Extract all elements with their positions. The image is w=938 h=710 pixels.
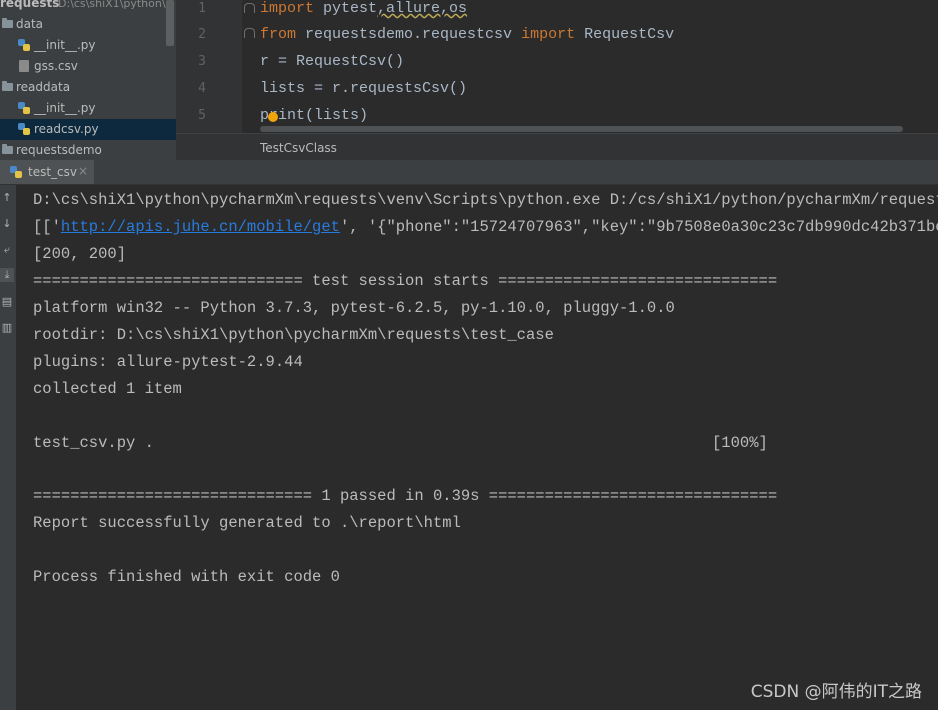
python-file-icon — [10, 166, 22, 178]
folder-icon — [2, 18, 13, 28]
tree-item-readcsv[interactable]: readcsv.py — [0, 119, 176, 140]
tree-root-label: requests — [0, 0, 60, 10]
console-line-plugins: plugins: allure-pytest-2.9.44 — [33, 353, 303, 371]
editor-horizontal-scrollbar[interactable] — [260, 126, 903, 132]
line-number: 1 — [198, 1, 206, 16]
tree-item-label: data — [16, 17, 44, 31]
console-line-collected: collected 1 item — [33, 380, 182, 398]
console-line-summary: ============================== 1 passed … — [33, 487, 778, 505]
line-number: 2 — [198, 27, 206, 42]
soft-wrap-icon[interactable]: ⤶ — [0, 243, 14, 257]
fold-marker-icon[interactable] — [244, 28, 255, 38]
tree-item-readdata-init[interactable]: __init__.py — [0, 98, 176, 119]
run-tab-bar: test_csv × — [0, 160, 938, 185]
editor-gutter: 1 2 3 4 5 — [176, 0, 242, 133]
code-line-4[interactable]: lists = r.requestsCsv() — [260, 79, 467, 99]
run-toolbar: ↑ ↓ ⤶ ⤓ ▤ ▥ — [0, 185, 16, 710]
tree-item-readdata[interactable]: readdata — [0, 77, 176, 98]
tab-test-csv[interactable]: test_csv × — [0, 160, 94, 184]
scroll-to-end-icon[interactable]: ⤓ — [0, 268, 14, 282]
keyword: import — [260, 0, 315, 17]
tree-item-label: __init__.py — [34, 38, 96, 52]
run-console[interactable]: D:\cs\shiX1\python\pycharmXm\requests\ve… — [16, 185, 938, 710]
line-number: 4 — [198, 81, 206, 96]
keyword: from — [260, 26, 297, 43]
tree-item-label: readdata — [16, 80, 71, 94]
code-line-1[interactable]: import pytest,allure,os — [260, 0, 467, 19]
console-text: [[' — [33, 218, 61, 236]
line-number: 5 — [198, 108, 206, 123]
tree-item-label: __init__.py — [34, 101, 96, 115]
python-file-icon — [18, 102, 30, 114]
tree-item-data[interactable]: data — [0, 14, 176, 35]
code-text: ,os — [440, 0, 468, 17]
console-line-test-file: test_csv.py . [100%] — [33, 434, 768, 452]
tree-root-row[interactable]: requests D:\cs\shiX1\python\p — [0, 0, 176, 14]
print-icon[interactable]: ▤ — [0, 295, 14, 309]
folder-icon — [2, 81, 13, 91]
watermark: CSDN @阿伟的IT之路 — [750, 682, 922, 702]
trash-icon[interactable]: ▥ — [0, 321, 14, 335]
code-text: requestsdemo.requestcsv — [296, 26, 522, 43]
console-line-status: [200, 200] — [33, 245, 127, 263]
console-line-session-start: ============================= test sessi… — [33, 272, 778, 290]
code-text: RequestCsv — [575, 26, 675, 43]
close-icon[interactable]: × — [78, 164, 88, 178]
line-number: 3 — [198, 54, 206, 69]
breadcrumb-item[interactable]: TestCsvClass — [260, 141, 337, 155]
tree-scrollbar[interactable] — [166, 0, 174, 46]
console-line-command: D:\cs\shiX1\python\pycharmXm\requests\ve… — [33, 191, 938, 209]
tree-item-label: readcsv.py — [34, 122, 99, 136]
csv-file-icon — [19, 60, 29, 72]
project-tree-panel: requests D:\cs\shiX1\python\p data __ini… — [0, 0, 176, 160]
console-line-report: Report successfully generated to .\repor… — [33, 514, 461, 532]
tree-root-path: D:\cs\shiX1\python\p — [58, 0, 173, 10]
console-line-exit: Process finished with exit code 0 — [33, 568, 340, 586]
up-arrow-icon[interactable]: ↑ — [0, 191, 14, 205]
code-text: pytest — [314, 0, 378, 17]
keyword: import — [521, 26, 576, 43]
lightbulb-icon[interactable] — [268, 112, 278, 122]
url-link[interactable]: http://apis.juhe.cn/mobile/get — [61, 218, 340, 236]
console-line-platform: platform win32 -- Python 3.7.3, pytest-6… — [33, 299, 675, 317]
console-line-rootdir: rootdir: D:\cs\shiX1\python\pycharmXm\re… — [33, 326, 554, 344]
code-text: ,allure — [377, 0, 441, 17]
code-line-2[interactable]: from requestsdemo.requestcsv import Requ… — [260, 25, 674, 45]
code-editor[interactable]: 1 2 3 4 5 import pytest,allure,os from r… — [176, 0, 938, 160]
folder-icon — [2, 144, 13, 154]
console-line-list: [['http://apis.juhe.cn/mobile/get', '{"p… — [33, 217, 938, 237]
python-file-icon — [18, 123, 30, 135]
tree-item-data-init[interactable]: __init__.py — [0, 35, 176, 56]
fold-marker-icon[interactable] — [244, 3, 255, 13]
tree-item-requestsdemo[interactable]: requestsdemo — [0, 140, 176, 160]
tree-item-label: gss.csv — [34, 59, 78, 73]
tree-item-label: requestsdemo — [16, 143, 102, 157]
console-text: ', '{"phone":"15724707963","key":"9b7508… — [339, 218, 938, 236]
tree-item-gss-csv[interactable]: gss.csv — [0, 56, 176, 77]
tab-label: test_csv — [28, 165, 77, 179]
code-line-3[interactable]: r = RequestCsv() — [260, 52, 404, 72]
down-arrow-icon[interactable]: ↓ — [0, 217, 14, 231]
breadcrumb: TestCsvClass — [176, 133, 938, 160]
python-file-icon — [18, 39, 30, 51]
